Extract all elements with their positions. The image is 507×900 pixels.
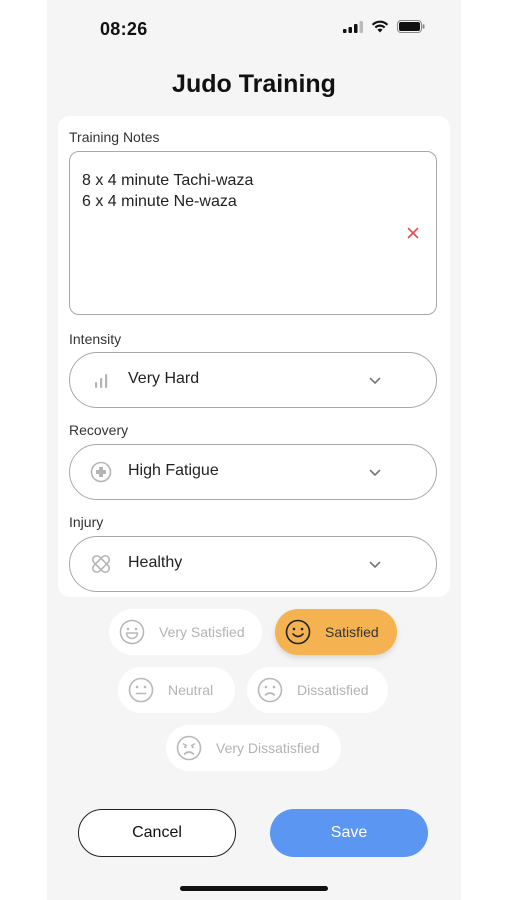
recovery-value: High Fatigue [128,462,219,479]
chip-label: Satisfied [325,624,379,640]
injury-label: Injury [69,514,104,530]
neutral-face-icon [128,677,154,703]
recovery-label: Recovery [69,422,129,438]
chip-label: Very Dissatisfied [216,740,320,756]
satisfaction-very-dissatisfied[interactable]: Very Dissatisfied [166,725,341,771]
sad-face-icon [176,735,202,761]
chip-label: Neutral [168,682,214,698]
cellular-signal-icon [343,20,363,33]
smile-face-icon [285,619,311,645]
signal-bars-icon [90,369,112,391]
grin-face-icon [119,619,145,645]
wifi-icon [371,20,389,33]
home-indicator [180,886,328,891]
battery-icon [397,20,425,33]
clear-icon[interactable] [406,227,420,241]
intensity-value: Very Hard [128,370,200,387]
chevron-down-icon [368,558,382,572]
satisfaction-very-satisfied[interactable]: Very Satisfied [109,609,262,655]
injury-value: Healthy [128,554,183,571]
intensity-select[interactable]: Very Hard [69,352,437,408]
intensity-label: Intensity [69,331,122,347]
chevron-down-icon [368,374,382,388]
chip-label: Very Satisfied [159,624,245,640]
save-button[interactable]: Save [270,809,428,857]
phone-screen: 08:26 Judo Training Training Notes 8 x 4… [47,0,461,900]
training-notes-label: Training Notes [69,129,160,145]
frown-face-icon [257,677,283,703]
chevron-down-icon [368,466,382,480]
bandage-icon [90,553,112,575]
recovery-select[interactable]: High Fatigue [69,444,437,500]
status-icons [343,20,425,33]
injury-select[interactable]: Healthy [69,536,437,592]
satisfaction-satisfied[interactable]: Satisfied [275,609,397,655]
training-notes-value: 8 x 4 minute Tachi-waza 6 x 4 minute Ne-… [82,172,254,210]
satisfaction-dissatisfied[interactable]: Dissatisfied [247,667,388,713]
satisfaction-neutral[interactable]: Neutral [118,667,235,713]
chip-label: Dissatisfied [297,682,369,698]
status-time: 08:26 [100,19,148,39]
status-bar: 08:26 [47,0,461,60]
medical-cross-icon [90,461,112,483]
training-form-card: Training Notes 8 x 4 minute Tachi-waza 6… [58,116,450,597]
page-title: Judo Training [172,70,336,98]
training-notes-textarea[interactable]: 8 x 4 minute Tachi-waza 6 x 4 minute Ne-… [69,151,437,315]
cancel-button[interactable]: Cancel [78,809,236,857]
